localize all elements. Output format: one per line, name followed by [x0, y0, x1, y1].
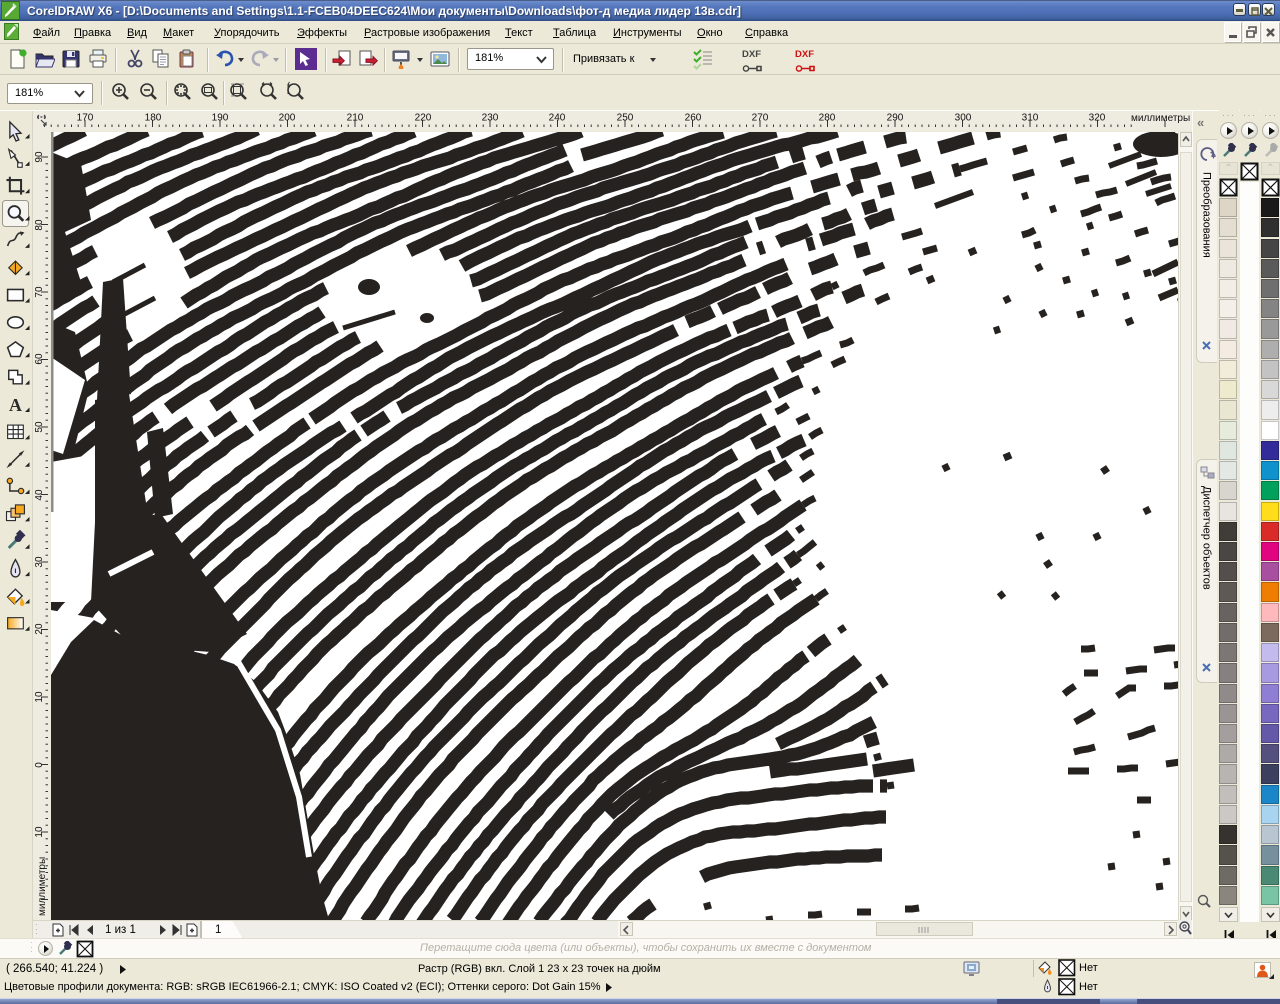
svg-text:240: 240: [549, 113, 566, 124]
svg-text:200: 200: [279, 113, 296, 124]
svg-text:10: 10: [34, 826, 45, 838]
svg-text:210: 210: [347, 113, 364, 124]
svg-text:220: 220: [415, 113, 432, 124]
svg-text:40: 40: [34, 489, 45, 501]
svg-text:300: 300: [955, 113, 972, 124]
svg-text:0: 0: [34, 762, 45, 768]
svg-text:180: 180: [145, 113, 162, 124]
svg-text:90: 90: [34, 151, 45, 163]
svg-text:80: 80: [34, 219, 45, 231]
svg-text:миллиметры: миллиметры: [1131, 113, 1190, 124]
svg-text:260: 260: [685, 113, 702, 124]
svg-text:70: 70: [34, 286, 45, 298]
svg-text:10: 10: [34, 691, 45, 703]
svg-text:230: 230: [482, 113, 499, 124]
svg-text:270: 270: [752, 113, 769, 124]
svg-text:190: 190: [212, 113, 229, 124]
svg-text:миллиметры: миллиметры: [37, 857, 48, 916]
svg-text:30: 30: [34, 556, 45, 568]
svg-text:50: 50: [34, 421, 45, 433]
svg-text:290: 290: [887, 113, 904, 124]
svg-text:250: 250: [617, 113, 634, 124]
svg-text:20: 20: [34, 623, 45, 635]
svg-text:170: 170: [77, 113, 94, 124]
svg-text:60: 60: [34, 353, 45, 365]
svg-text:280: 280: [819, 113, 836, 124]
svg-text:A: A: [9, 395, 22, 415]
svg-text:320: 320: [1089, 113, 1106, 124]
svg-text:310: 310: [1022, 113, 1039, 124]
